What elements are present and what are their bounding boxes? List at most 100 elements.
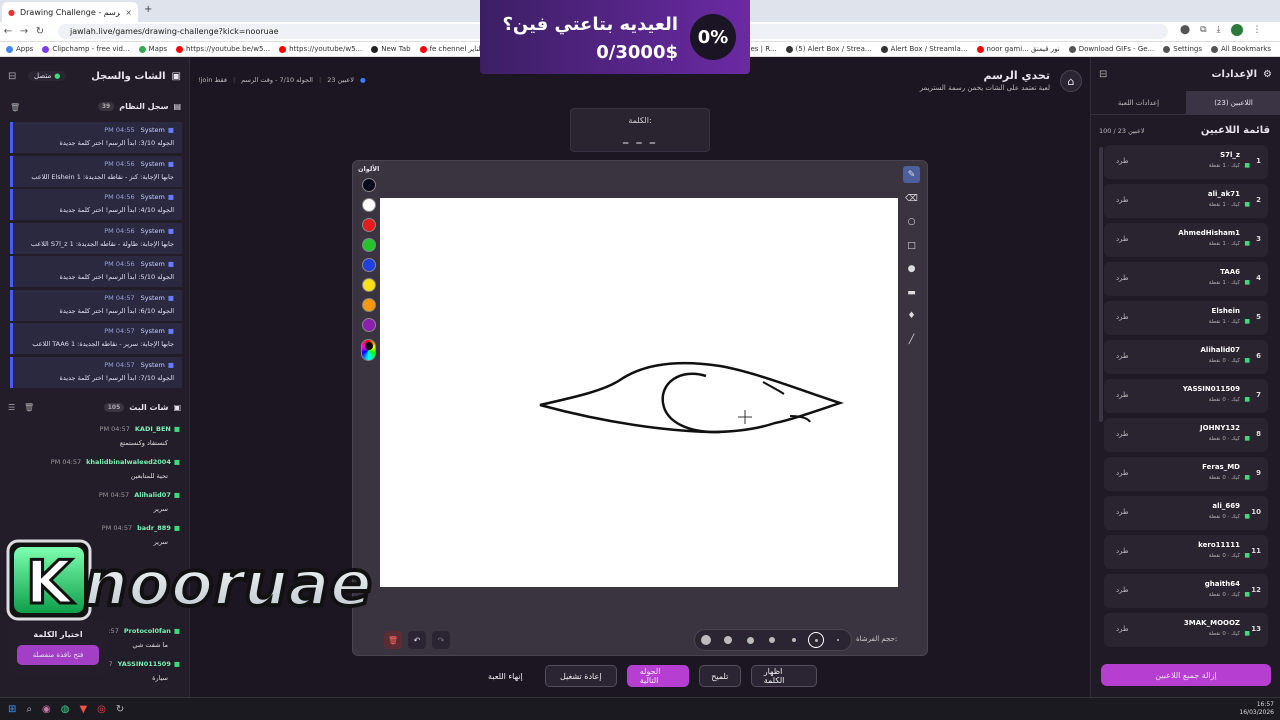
home-button[interactable]: ⌂ xyxy=(1060,70,1082,92)
bookmark-item[interactable]: (5) Alert Box / Strea... xyxy=(785,45,872,53)
bookmark-item[interactable]: https://youtube.be/w5... xyxy=(176,45,270,53)
extension-icon[interactable]: ⬤ xyxy=(1180,25,1190,35)
reload-icon[interactable]: ↻ xyxy=(32,26,48,37)
color-swatch[interactable] xyxy=(362,218,376,232)
bookmark-item[interactable]: Maps xyxy=(138,45,167,53)
color-swatch[interactable] xyxy=(362,298,376,312)
logo-k-letter: K xyxy=(26,548,75,618)
bookmark-item[interactable]: Clipchamp - free vid... xyxy=(42,45,130,53)
brush-size-option[interactable] xyxy=(724,636,732,644)
eraser-tool[interactable]: ⌫ xyxy=(903,190,920,207)
kick-player-button[interactable]: طرد xyxy=(1116,391,1129,399)
tab-players[interactable]: اللاعبين (23) xyxy=(1186,91,1280,114)
kick-player-button[interactable]: طرد xyxy=(1116,313,1129,321)
hint-button[interactable]: تلميح xyxy=(698,665,741,687)
trash-icon[interactable]: 🗑 xyxy=(10,103,20,112)
trash-icon[interactable]: 🗑 xyxy=(24,403,34,412)
kick-player-button[interactable]: طرد xyxy=(1116,157,1129,165)
brush-size-option[interactable] xyxy=(701,635,711,645)
log-meta: PM 04:56 System ■ xyxy=(104,160,174,168)
bookmark-item[interactable]: Download GIFs - Ge... xyxy=(1068,45,1154,53)
circle-tool[interactable]: ○ xyxy=(903,213,920,230)
tab-game-settings[interactable]: إعدادات اللعبة xyxy=(1091,91,1186,114)
word-select-card: اختيار الكلمة فتح نافذة منفصلة xyxy=(8,622,108,674)
brush-size-option[interactable] xyxy=(837,639,839,641)
kick-icon: ■ xyxy=(1244,396,1250,403)
clock-time: 16:57 xyxy=(1256,701,1274,708)
bookmark-item[interactable]: Apps xyxy=(6,45,33,53)
bookmark-item[interactable]: All Bookmarks xyxy=(1210,45,1271,53)
search-icon[interactable]: ⌕ xyxy=(26,704,32,715)
bookmark-item[interactable]: New Tab xyxy=(371,45,411,53)
system-log-entry: PM 04:56 System ■ الجوله 5/10: ابدأ الرسم! … xyxy=(10,256,182,287)
fill-tool[interactable]: ♦ xyxy=(903,307,920,324)
profile-avatar[interactable] xyxy=(1230,24,1243,36)
kick-player-button[interactable]: طرد xyxy=(1116,586,1129,594)
reveal-word-button[interactable]: اظهار الكلمة xyxy=(750,665,817,687)
player-score: كيك · 1 نقطة xyxy=(1208,319,1240,325)
browser-tab[interactable]: ● Drawing Challenge - تحدي الرسم × xyxy=(2,2,138,22)
restart-button[interactable]: إعادة تشغيل xyxy=(544,665,617,687)
player-name: ali_669 xyxy=(1212,502,1240,510)
download-icon[interactable]: ⤓ xyxy=(1217,25,1221,35)
collapse-icon[interactable]: ⊟ xyxy=(8,71,16,82)
color-swatch[interactable] xyxy=(362,238,376,252)
kick-player-button[interactable]: طرد xyxy=(1116,235,1129,243)
app-icon[interactable]: ↻ xyxy=(116,704,124,715)
puzzle-icon[interactable]: ⧉ xyxy=(1200,25,1206,35)
next-round-button[interactable]: الجوله التالية xyxy=(626,665,689,687)
kick-player-button[interactable]: طرد xyxy=(1116,508,1129,516)
brush-size-option[interactable] xyxy=(769,637,775,643)
rectangle-tool[interactable]: □ xyxy=(903,237,920,254)
collapse-icon[interactable]: ⊟ xyxy=(1099,69,1107,80)
filled-rect-tool[interactable]: ▬ xyxy=(903,284,920,301)
bookmark-item[interactable]: Settings xyxy=(1163,45,1202,53)
new-tab-button[interactable]: + xyxy=(144,4,152,15)
color-swatch[interactable] xyxy=(362,278,376,292)
kick-player-button[interactable]: طرد xyxy=(1116,352,1129,360)
brush-size-option[interactable] xyxy=(792,638,796,642)
back-icon[interactable]: ← xyxy=(0,26,16,37)
filled-circle-tool[interactable]: ● xyxy=(903,260,920,277)
end-game-button[interactable]: إنهاء اللعبة xyxy=(476,665,535,687)
forward-icon[interactable]: → xyxy=(16,26,32,37)
players-scrollbar[interactable] xyxy=(1099,147,1103,422)
obs-icon[interactable]: ◎ xyxy=(97,704,106,715)
game-controls: إنهاء اللعبة إعادة تشغيل الجوله التالية … xyxy=(476,665,817,687)
menu-icon[interactable]: ⋮ xyxy=(1253,25,1262,35)
redo-button[interactable]: ↷ xyxy=(432,631,450,649)
color-swatch[interactable] xyxy=(362,198,376,212)
filter-icon[interactable]: ☰ xyxy=(8,403,15,412)
system-icon: ■ xyxy=(167,159,174,168)
system-icon: ■ xyxy=(167,226,174,235)
custom-color-picker[interactable] xyxy=(361,339,376,361)
kick-player-button[interactable]: طرد xyxy=(1116,547,1129,555)
undo-button[interactable]: ↶ xyxy=(408,631,426,649)
discord-icon[interactable]: ◉ xyxy=(42,704,51,715)
drawing-canvas[interactable] xyxy=(380,198,898,587)
kick-player-button[interactable]: طرد xyxy=(1116,469,1129,477)
color-swatch[interactable] xyxy=(362,318,376,332)
chrome-icon[interactable]: ◍ xyxy=(61,704,70,715)
bookmark-item[interactable]: https://youtube/w5... xyxy=(279,45,362,53)
pen-tool[interactable]: ✎ xyxy=(903,166,920,183)
kick-player-button[interactable]: طرد xyxy=(1116,625,1129,633)
kick-player-button[interactable]: طرد xyxy=(1116,430,1129,438)
line-tool[interactable]: ╱ xyxy=(903,331,920,348)
brush-size-option[interactable] xyxy=(746,636,754,644)
bookmark-item[interactable]: noor gami... نور قيمنق xyxy=(976,45,1060,53)
player-name: Elshein xyxy=(1211,307,1240,315)
system-log-entry: PM 04:56 System ■ اللاعب S7l_z جابها الإجاب… xyxy=(10,222,182,254)
close-tab-icon[interactable]: × xyxy=(125,8,132,17)
bookmark-item[interactable]: Alert Box / Streamla... xyxy=(880,45,968,53)
color-swatch[interactable] xyxy=(362,258,376,272)
windows-start-icon[interactable]: ⊞ xyxy=(8,704,16,715)
color-swatch[interactable] xyxy=(362,178,376,192)
kick-player-button[interactable]: طرد xyxy=(1116,274,1129,282)
clear-canvas-button[interactable]: 🗑 xyxy=(384,631,402,649)
open-window-button[interactable]: فتح نافذة منفصلة xyxy=(17,645,99,665)
kick-player-button[interactable]: طرد xyxy=(1116,196,1129,204)
brave-icon[interactable]: ▼ xyxy=(79,704,87,715)
remove-all-players-button[interactable]: إزالة جميع اللاعبين xyxy=(1101,664,1271,686)
system-log-header: 39 سجل النظام ▤ xyxy=(97,102,181,111)
